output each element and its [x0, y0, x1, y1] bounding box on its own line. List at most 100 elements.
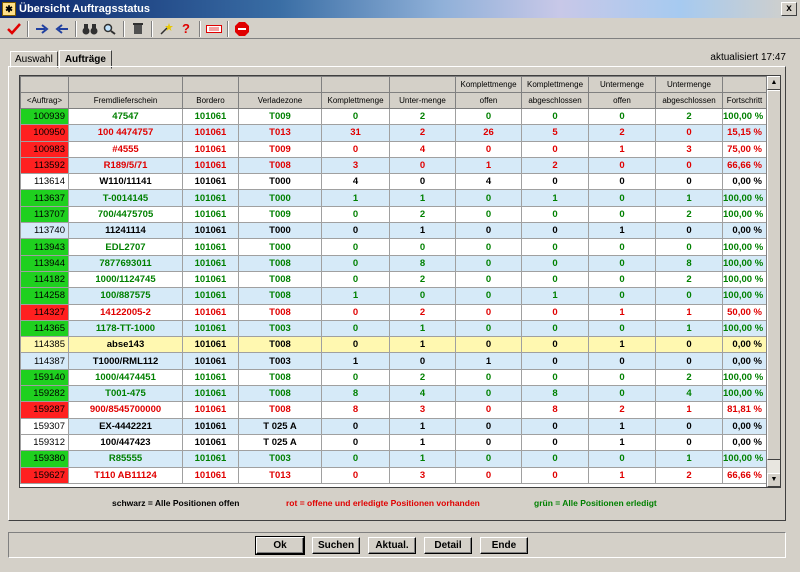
table-cell: T008 — [238, 303, 322, 321]
table-row[interactable]: 159312 100/447423 101061 T 025 A 0 1 0 0 1 0 0,00 … — [20, 433, 767, 452]
table-cell: 1 — [588, 140, 656, 158]
table-cell: T 025 A — [238, 417, 322, 435]
table-row[interactable]: 113944 7877693011 101061 T008 0 8 0 0 0 8 100,00 % — [20, 254, 767, 272]
table-row[interactable]: 159140 1000/4474451 101061 T008 0 2 0 0 0 2 100,00… — [20, 368, 767, 387]
forward-arrow-icon[interactable] — [32, 20, 52, 38]
orders-grid: Komplettmenge Komplettmenge Untermenge Unte… — [19, 75, 781, 488]
trash-icon[interactable] — [128, 20, 148, 38]
suchen-button[interactable]: Suchen — [312, 537, 360, 554]
table-row[interactable]: 114258 100/887575 101061 T008 1 0 0 1 0 0 100,00 % — [20, 287, 767, 305]
table-cell: abse143 — [68, 336, 183, 354]
column-header[interactable]: abgeschlossen — [655, 92, 723, 109]
magnifier-icon[interactable] — [100, 20, 120, 38]
table-cell: 101061 — [182, 254, 239, 272]
table-cell: 100,00 % — [722, 385, 767, 403]
table-cell: 0 — [588, 352, 656, 370]
scroll-down-icon[interactable]: ▼ — [767, 473, 780, 487]
table-cell: 0 — [588, 368, 656, 387]
table-row[interactable]: 113614 W110/11141 101061 T000 4 0 4 0 0 0 0,00 % — [20, 173, 767, 191]
table-cell: 0 — [521, 466, 589, 484]
table-row[interactable]: 113943 EDL2707 101061 T000 0 0 0 0 0 0 100,00 % — [20, 238, 767, 256]
column-header[interactable]: <Auftrag> — [20, 92, 69, 109]
star-wand-icon[interactable] — [156, 20, 176, 38]
table-cell: 8 — [321, 385, 390, 403]
table-row[interactable]: 159307 EX-4442221 101061 T 025 A 0 1 0 0 1 0 0,00 … — [20, 417, 767, 435]
binoculars-icon[interactable] — [80, 20, 100, 38]
table-row[interactable]: 159627 T110 AB11124 101061 T013 0 3 0 0 1 2 66,66 … — [20, 466, 767, 484]
table-cell: 1000/1124745 — [68, 270, 183, 289]
aktualisieren-button[interactable]: Aktual. — [368, 537, 416, 554]
table-cell: T013 — [238, 466, 322, 484]
table-cell: 0 — [521, 450, 589, 468]
column-header[interactable]: Fortschritt — [722, 92, 767, 109]
toolbar-separator — [227, 20, 229, 37]
table-cell: T003 — [238, 352, 322, 370]
table-row[interactable]: 100939 47547 101061 T009 0 2 0 0 0 2 100,00 % — [20, 107, 767, 126]
table-row[interactable]: 114327 14122005-2 101061 T008 0 2 0 0 1 1 50,00 % — [20, 303, 767, 321]
table-cell: T008 — [238, 401, 322, 419]
table-row[interactable]: 113707 700/4475705 101061 T009 0 2 0 0 0 2 100,00 … — [20, 205, 767, 224]
table-row[interactable]: 114365 1178-TT-1000 101061 T003 0 1 0 0 0 1 100,00… — [20, 319, 767, 338]
column-header[interactable]: offen — [588, 92, 656, 109]
table-cell: 11241114 — [68, 222, 183, 240]
toolbar: ? — [0, 19, 800, 39]
table-cell: 101061 — [182, 319, 239, 338]
column-header[interactable]: Komplettmenge — [321, 92, 390, 109]
stop-sign-icon[interactable] — [232, 20, 252, 38]
table-cell: 0 — [455, 433, 522, 452]
table-row[interactable]: 114182 1000/1124745 101061 T008 0 2 0 0 0 2 100,00… — [20, 270, 767, 289]
table-cell: 0 — [455, 319, 522, 338]
table-cell: 0 — [389, 156, 456, 175]
close-button[interactable]: x — [781, 2, 797, 16]
scroll-up-icon[interactable]: ▲ — [767, 76, 780, 90]
table-row[interactable]: 100983 #4555 101061 T009 0 4 0 0 1 3 75,00 % — [20, 140, 767, 158]
scroll-thumb[interactable] — [767, 90, 780, 460]
detail-button[interactable]: Detail — [424, 537, 472, 554]
table-cell: 0 — [521, 303, 589, 321]
column-header[interactable]: Verladezone — [238, 92, 322, 109]
table-row[interactable]: 114385 abse143 101061 T008 0 1 0 0 1 0 0,00 % — [20, 336, 767, 354]
table-cell: 3 — [389, 401, 456, 419]
table-cell: 8 — [321, 401, 390, 419]
legend-green: grün = Alle Positionen erledigt — [534, 498, 657, 508]
table-cell: 0 — [321, 450, 390, 468]
order-id-cell: 100950 — [20, 124, 69, 142]
table-cell: T000 — [238, 173, 322, 191]
column-header[interactable]: abgeschlossen — [521, 92, 589, 109]
column-header[interactable]: Fremdlieferschein — [68, 92, 183, 109]
table-row[interactable]: 113637 T-0014145 101061 T000 1 1 0 1 0 1 100,00 % — [20, 189, 767, 207]
table-cell: 0 — [655, 124, 723, 142]
table-cell: 0 — [455, 336, 522, 354]
table-cell: 2 — [655, 466, 723, 484]
table-cell: 1 — [655, 319, 723, 338]
ok-button[interactable]: Ok — [255, 536, 305, 555]
table-cell: 66,66 % — [722, 466, 767, 484]
table-row[interactable]: 159282 T001-475 101061 T008 8 4 0 8 0 4 100,00 % — [20, 385, 767, 403]
table-row[interactable]: 114387 T1000/RML112 101061 T003 1 0 1 0 0 0 0,00 % — [20, 352, 767, 370]
check-icon[interactable] — [4, 20, 24, 38]
table-row[interactable]: 113592 R189/5/71 101061 T008 3 0 1 2 0 0 66,66 % — [20, 156, 767, 175]
table-row[interactable]: 159287 900/8545700000 101061 T008 8 3 0 8 2 1 81,8… — [20, 401, 767, 419]
column-header-top — [722, 76, 767, 93]
column-header[interactable]: Unter-menge — [389, 92, 456, 109]
back-arrow-icon[interactable] — [52, 20, 72, 38]
table-cell: 1 — [389, 189, 456, 207]
help-question-icon[interactable]: ? — [176, 20, 196, 38]
table-cell: 0 — [521, 336, 589, 354]
table-row[interactable]: 113740 11241114 101061 T000 0 1 0 0 1 0 0,00 % — [20, 222, 767, 240]
table-row[interactable]: 100950 100 4474757 101061 T013 31 2 26 5 2 0 15,15… — [20, 124, 767, 142]
column-header[interactable]: Bordero — [182, 92, 239, 109]
column-header[interactable]: offen — [455, 92, 522, 109]
table-cell: 101061 — [182, 385, 239, 403]
table-cell: 3 — [655, 140, 723, 158]
ende-button[interactable]: Ende — [480, 537, 528, 554]
table-cell: 101061 — [182, 287, 239, 305]
table-cell: 1178-TT-1000 — [68, 319, 183, 338]
table-cell: 0 — [321, 466, 390, 484]
keyboard-icon[interactable] — [204, 20, 224, 38]
column-header-top — [321, 76, 390, 93]
vertical-scrollbar[interactable]: ▲ ▼ — [766, 76, 780, 487]
table-cell: 100,00 % — [722, 287, 767, 305]
table-cell: EDL2707 — [68, 238, 183, 256]
table-row[interactable]: 159380 R85555 101061 T003 0 1 0 0 0 1 100,00 % — [20, 450, 767, 468]
